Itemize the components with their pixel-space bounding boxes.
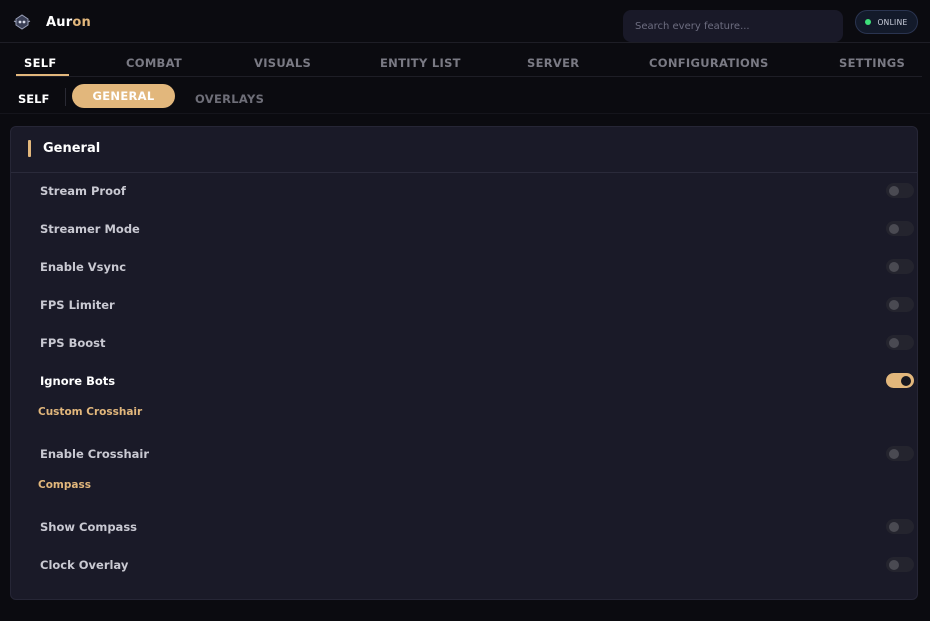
label-fps-limiter: FPS Limiter	[40, 298, 115, 312]
panel-title: General	[43, 141, 101, 156]
section-compass: Compass	[38, 479, 91, 491]
toggle-knob	[889, 521, 899, 532]
toggle-show-compass[interactable]	[886, 519, 914, 534]
label-clock-overlay: Clock Overlay	[40, 558, 129, 572]
label-streamer-mode: Streamer Mode	[40, 222, 140, 236]
brand-main: Aur	[46, 15, 73, 30]
panel-header: General	[11, 127, 917, 173]
tabs-divider	[16, 76, 922, 77]
section-custom-crosshair: Custom Crosshair	[38, 406, 143, 418]
tab-combat[interactable]: COMBAT	[126, 56, 182, 70]
toggle-knob	[889, 337, 899, 348]
toggle-streamer-mode[interactable]	[886, 221, 914, 236]
main-tabs: SELF COMBAT VISUALS ENTITY LIST SERVER C…	[0, 44, 930, 77]
tab-entity-list[interactable]: ENTITY LIST	[380, 56, 461, 70]
status-dot-icon	[865, 19, 872, 25]
toggle-knob	[889, 448, 899, 459]
toggle-stream-proof[interactable]	[886, 183, 914, 198]
top-bar: Auron ONLINE	[0, 0, 930, 43]
robot-head-icon	[13, 14, 31, 30]
toggle-enable-crosshair[interactable]	[886, 446, 914, 461]
toggle-knob	[889, 223, 899, 234]
toggle-knob	[889, 299, 899, 310]
subtab-overlays[interactable]: OVERLAYS	[195, 92, 264, 106]
toggle-clock-overlay[interactable]	[886, 557, 914, 572]
toggle-knob	[889, 559, 899, 570]
toggle-knob	[889, 185, 899, 196]
toggle-enable-vsync[interactable]	[886, 259, 914, 274]
label-ignore-bots: Ignore Bots	[40, 374, 116, 388]
label-stream-proof: Stream Proof	[40, 184, 126, 198]
subtab-divider	[65, 88, 66, 106]
toggle-ignore-bots[interactable]	[886, 373, 914, 388]
general-panel: General Stream Proof Streamer Mode Enabl…	[10, 126, 918, 600]
subtab-section-label: SELF	[18, 92, 50, 106]
label-show-compass: Show Compass	[40, 520, 138, 534]
panel-accent-bar	[28, 140, 31, 157]
app-brand: Auron	[46, 15, 91, 30]
tab-server[interactable]: SERVER	[527, 56, 579, 70]
toggle-fps-limiter[interactable]	[886, 297, 914, 312]
toggle-fps-boost[interactable]	[886, 335, 914, 350]
toggle-knob	[889, 261, 899, 272]
subtab-general[interactable]: GENERAL	[72, 84, 175, 108]
search-input[interactable]	[623, 10, 843, 42]
label-fps-boost: FPS Boost	[40, 336, 106, 350]
status-label: ONLINE	[877, 17, 908, 27]
label-enable-vsync: Enable Vsync	[40, 260, 127, 274]
label-enable-crosshair: Enable Crosshair	[40, 447, 150, 461]
tab-self[interactable]: SELF	[24, 56, 57, 70]
tab-visuals[interactable]: VISUALS	[254, 56, 311, 70]
sub-tabs: SELF GENERAL OVERLAYS	[0, 80, 930, 114]
toggle-knob	[901, 375, 911, 386]
tab-settings[interactable]: SETTINGS	[839, 56, 905, 70]
tab-configurations[interactable]: CONFIGURATIONS	[649, 56, 769, 70]
status-badge: ONLINE	[855, 10, 918, 34]
brand-accent: on	[72, 15, 91, 30]
